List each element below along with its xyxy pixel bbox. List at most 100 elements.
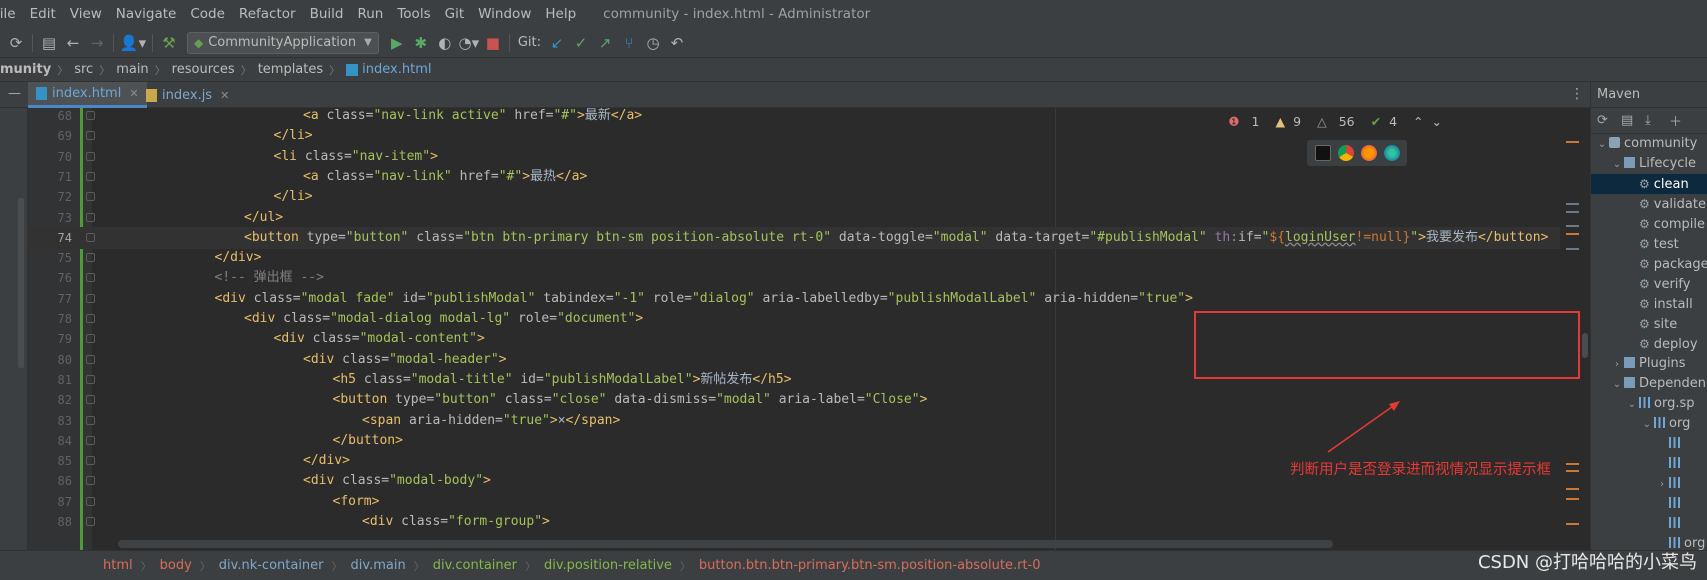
forward-arrow-icon[interactable]: →: [85, 32, 109, 54]
menu-view[interactable]: View: [63, 6, 109, 22]
structure-crumb[interactable]: div.container: [433, 558, 517, 573]
maven-tree-item[interactable]: ⌄ org: [1591, 414, 1707, 434]
fold-marker-icon[interactable]: [86, 456, 95, 466]
maven-tree-item[interactable]: [1591, 454, 1707, 474]
chrome-icon[interactable]: [1337, 145, 1354, 161]
chevron-down-icon[interactable]: ⌄: [1610, 375, 1624, 395]
maven-tree-item[interactable]: ⚙ test: [1591, 234, 1707, 254]
maven-tree-item[interactable]: ⌄ Lifecycle: [1591, 154, 1707, 174]
code-editor[interactable]: 68 <a class="nav-link active" href="#">最新…: [28, 108, 1590, 550]
maven-tree-item[interactable]: ›: [1591, 474, 1707, 494]
maven-tree-item[interactable]: [1591, 514, 1707, 534]
chevron-down-icon[interactable]: ⌄: [1610, 155, 1624, 175]
maven-tree-item[interactable]: ⌄ Dependencies: [1591, 374, 1707, 394]
warning-count[interactable]: ▲ 9: [1276, 114, 1310, 129]
maven-tree-item[interactable]: ⌄ community: [1591, 134, 1707, 154]
git-push-icon[interactable]: ↗: [593, 32, 617, 54]
more-vertical-icon[interactable]: ⋮: [1570, 86, 1584, 102]
code-line[interactable]: 74 <button type="button" class="btn btn-p…: [28, 226, 1590, 249]
structure-crumb[interactable]: body: [160, 558, 192, 573]
fold-marker-icon[interactable]: [86, 293, 95, 303]
menu-refactor[interactable]: Refactor: [232, 6, 303, 22]
maven-tree-item[interactable]: ⚙ compile: [1591, 214, 1707, 234]
git-branches-icon[interactable]: ⑂: [617, 32, 641, 54]
code-line[interactable]: 87 <form>: [28, 491, 1590, 513]
stop-icon[interactable]: ■: [481, 32, 505, 54]
git-commit-icon[interactable]: ✓: [569, 32, 593, 54]
maven-tree-item[interactable]: ⚙ package: [1591, 254, 1707, 274]
menu-git[interactable]: Git: [438, 6, 472, 22]
ok-count[interactable]: ✔ 4: [1371, 114, 1405, 129]
git-update-icon[interactable]: ↙: [545, 32, 569, 54]
maven-tree-item[interactable]: › Plugins: [1591, 354, 1707, 374]
fold-marker-icon[interactable]: [86, 253, 95, 263]
menu-window[interactable]: Window: [471, 6, 538, 22]
generate-sources-icon[interactable]: ▤: [1621, 113, 1645, 128]
chevron-right-icon[interactable]: ›: [1610, 355, 1624, 375]
download-icon[interactable]: ⤓: [1645, 113, 1669, 128]
maven-tree-item[interactable]: [1591, 434, 1707, 454]
close-icon[interactable]: ✕: [220, 89, 229, 102]
chevron-down-icon[interactable]: ⌄: [1640, 415, 1654, 435]
maven-tree-item[interactable]: ⚙ site: [1591, 314, 1707, 334]
fold-marker-icon[interactable]: [86, 496, 95, 506]
project-structure-icon[interactable]: ▤: [37, 32, 61, 54]
fold-marker-icon[interactable]: [86, 131, 95, 141]
run-icon[interactable]: ▶: [385, 32, 409, 54]
inspection-widget[interactable]: ❶ 1 ▲ 9 △ 56 ✔ 4 ⌃ ⌄: [1228, 114, 1450, 129]
code-line[interactable]: 77 <div class="modal fade" id="publishMod…: [28, 288, 1590, 310]
maven-tree-item[interactable]: ⚙ deploy: [1591, 334, 1707, 354]
editor-vertical-scrollbar[interactable]: [1582, 333, 1588, 358]
menu-run[interactable]: Run: [350, 6, 390, 22]
nav-crumb-src[interactable]: src: [74, 62, 93, 77]
debug-icon[interactable]: ✱: [409, 32, 433, 54]
reload-icon[interactable]: ⟳: [1597, 113, 1621, 128]
fold-marker-icon[interactable]: [86, 273, 95, 283]
error-count[interactable]: ❶ 1: [1228, 114, 1267, 129]
menu-navigate[interactable]: Navigate: [109, 6, 184, 22]
sync-icon[interactable]: ⟳: [4, 32, 28, 54]
build-hammer-icon[interactable]: ⚒: [157, 32, 181, 54]
intellij-browser-icon[interactable]: [1314, 145, 1331, 161]
fold-marker-icon[interactable]: [86, 111, 95, 120]
maven-tree-item[interactable]: ⚙ install: [1591, 294, 1707, 314]
edge-icon[interactable]: [1383, 145, 1400, 161]
nav-crumb-resources[interactable]: resources: [172, 62, 235, 77]
fold-marker-icon[interactable]: [86, 517, 95, 526]
coverage-icon[interactable]: ◐: [433, 32, 457, 54]
maven-tree-item[interactable]: [1591, 494, 1707, 514]
user-dropdown-icon[interactable]: 👤▾: [118, 32, 148, 54]
fold-marker-icon[interactable]: [86, 354, 95, 364]
firefox-icon[interactable]: [1360, 145, 1377, 161]
chevron-down-icon[interactable]: ⌄: [1432, 114, 1442, 129]
fold-marker-icon[interactable]: [86, 212, 95, 222]
code-line[interactable]: 72 </li>: [28, 186, 1590, 208]
structure-crumb[interactable]: div.nk-container: [219, 558, 324, 573]
nav-crumb-main[interactable]: main: [116, 62, 148, 77]
fold-marker-icon[interactable]: [86, 151, 95, 161]
menu-tools[interactable]: Tools: [390, 6, 437, 22]
editor-horizontal-scrollbar[interactable]: [118, 540, 1333, 548]
code-line[interactable]: 88 <div class="form-group">: [28, 511, 1590, 533]
code-line[interactable]: 71 <a class="nav-link" href="#">最热</a>: [28, 166, 1590, 188]
tab-index-js[interactable]: index.js ✕: [138, 82, 237, 108]
fold-marker-icon[interactable]: [86, 374, 95, 384]
add-icon[interactable]: ＋: [1669, 111, 1693, 130]
run-configuration-select[interactable]: ◆ CommunityApplication ▼: [187, 31, 379, 54]
history-icon[interactable]: ◷: [641, 32, 665, 54]
structure-crumb[interactable]: html: [103, 558, 133, 573]
chevron-down-icon[interactable]: ⌄: [1625, 395, 1639, 415]
chevron-down-icon[interactable]: ⌄: [1595, 135, 1609, 155]
fold-marker-icon[interactable]: [86, 232, 95, 242]
code-line[interactable]: 73 </ul>: [28, 207, 1590, 229]
nav-crumb-templates[interactable]: templates: [258, 62, 323, 77]
chevron-up-icon[interactable]: ⌃: [1413, 114, 1423, 129]
fold-marker-icon[interactable]: [86, 192, 95, 202]
menu-code[interactable]: Code: [183, 6, 232, 22]
fold-marker-icon[interactable]: [86, 334, 95, 344]
profile-icon[interactable]: ◔▾: [457, 32, 481, 54]
weak-warning-count[interactable]: △ 56: [1317, 114, 1363, 129]
structure-crumb[interactable]: button.btn.btn-primary.btn-sm.position-a…: [699, 558, 1041, 573]
menu-help[interactable]: Help: [538, 6, 583, 22]
maven-tree-item[interactable]: ⚙ verify: [1591, 274, 1707, 294]
